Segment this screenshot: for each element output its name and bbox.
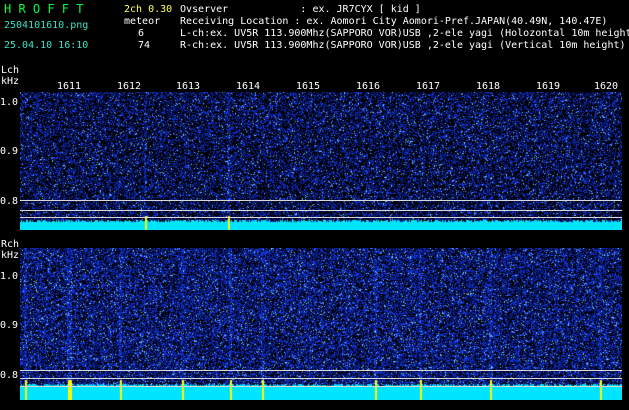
rch-ytick-0.8: 0.8 bbox=[0, 370, 19, 381]
meteor-label: meteor bbox=[124, 16, 161, 27]
datetime: 25.04.10 16:10 bbox=[4, 40, 89, 51]
time-tick: 1619 bbox=[536, 81, 561, 92]
time-tick: 1620 bbox=[594, 81, 619, 92]
lch-label: Lch bbox=[1, 65, 20, 76]
rch-ytick-1.0: 1.0 bbox=[0, 271, 19, 282]
lch-reference-line bbox=[20, 200, 622, 201]
lch-description: L-ch:ex. UV5R 113.900Mhz(SAPPORO VOR)USB… bbox=[180, 28, 629, 39]
lch-reference-line bbox=[20, 210, 622, 211]
rch-reference-line bbox=[20, 378, 622, 379]
time-tick: 1616 bbox=[356, 81, 381, 92]
rch-label: Rch bbox=[1, 239, 20, 250]
rch-description: R-ch:ex. UV5R 113.900Mhz(SAPPORO VOR)USB… bbox=[180, 40, 626, 51]
rch-unit: kHz bbox=[1, 250, 20, 261]
meteor-count-rch: 74 bbox=[138, 40, 151, 51]
meteor-count-lch: 6 bbox=[138, 28, 145, 39]
mode-label: 2ch 0.30 bbox=[124, 4, 173, 15]
time-tick: 1612 bbox=[117, 81, 142, 92]
lch-reference-line bbox=[20, 217, 622, 218]
time-tick: 1615 bbox=[296, 81, 321, 92]
lch-ytick-0.8: 0.8 bbox=[0, 196, 19, 207]
lch-unit: kHz bbox=[1, 76, 20, 87]
lch-ytick-1.0: 1.0 bbox=[0, 97, 19, 108]
location-line: Receiving Location : ex. Aomori City Aom… bbox=[180, 16, 608, 27]
rch-reference-line bbox=[20, 386, 622, 387]
rch-ytick-0.9: 0.9 bbox=[0, 320, 19, 331]
app-name: H R O F F T bbox=[4, 2, 84, 16]
lch-ytick-0.9: 0.9 bbox=[0, 146, 19, 157]
time-tick: 1611 bbox=[57, 81, 82, 92]
filename: 2504101610.png bbox=[4, 20, 89, 31]
time-tick: 1614 bbox=[236, 81, 261, 92]
observer-line: Ovserver : ex. JR7CYX [ kid ] bbox=[180, 4, 421, 15]
time-tick: 1613 bbox=[176, 81, 201, 92]
time-tick: 1618 bbox=[476, 81, 501, 92]
time-tick: 1617 bbox=[416, 81, 441, 92]
rch-reference-line bbox=[20, 370, 622, 371]
